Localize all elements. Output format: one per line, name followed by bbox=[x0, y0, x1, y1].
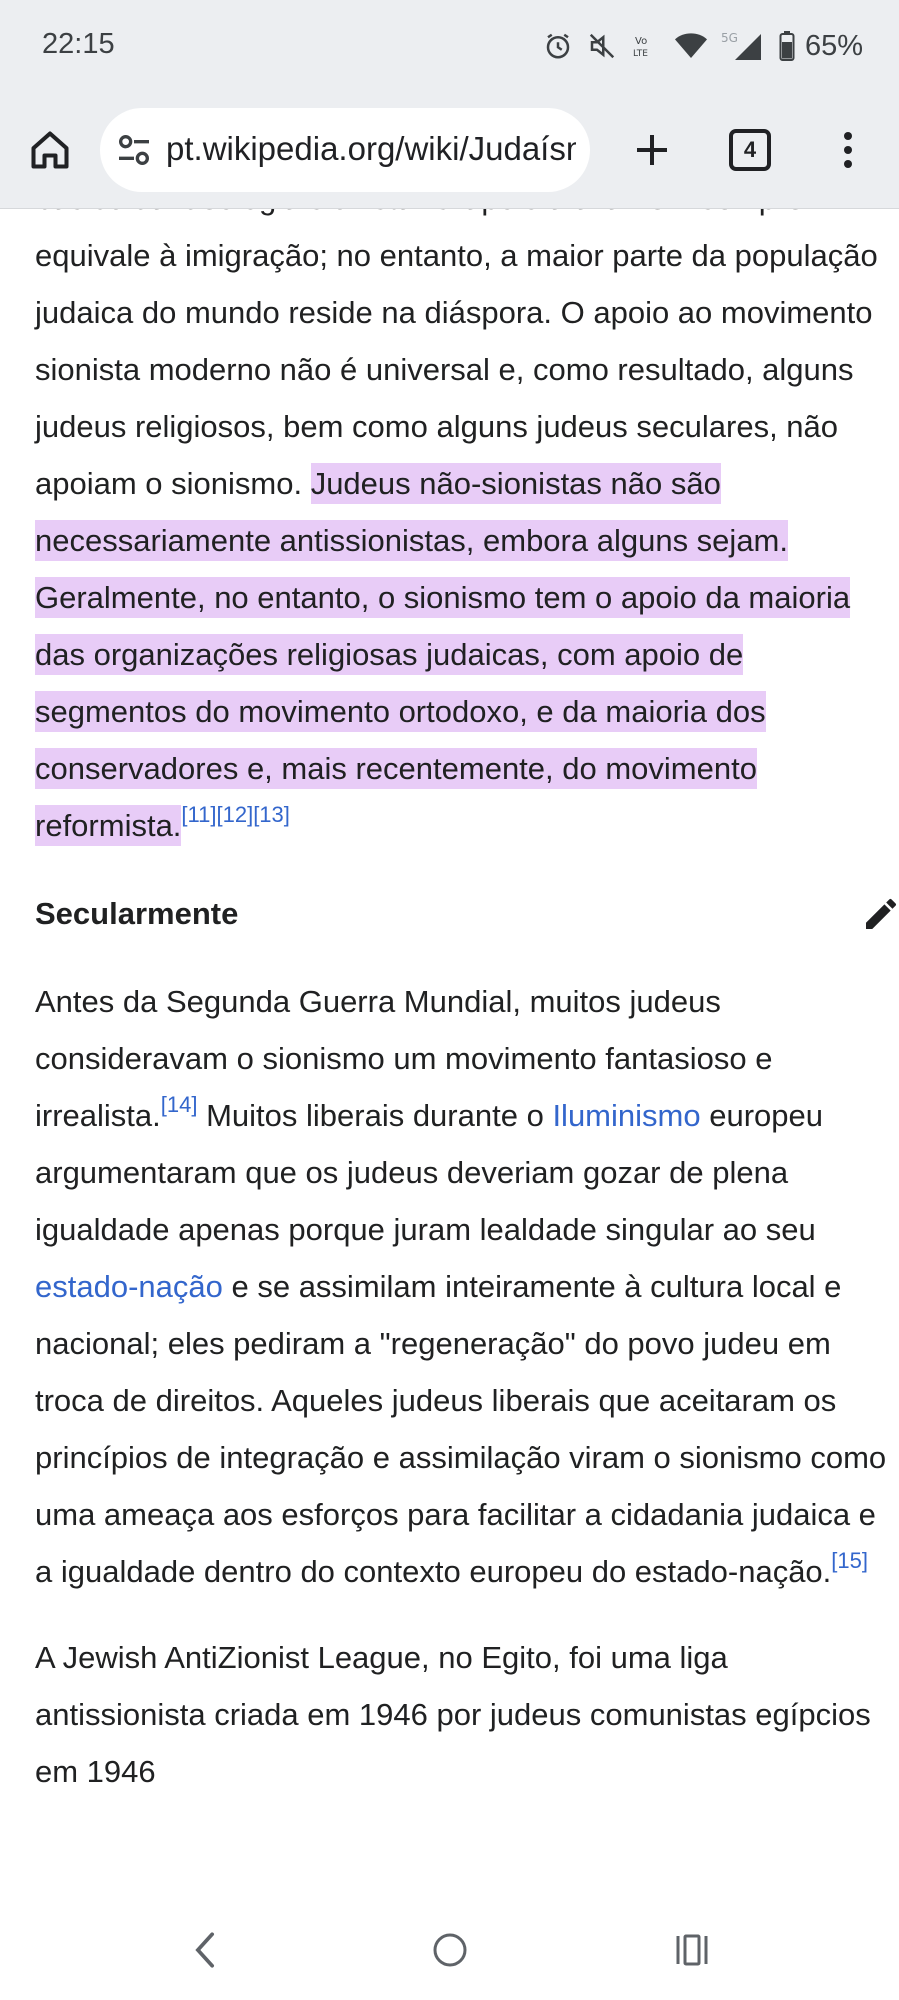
status-icons: Vo LTE 5G 65% bbox=[543, 26, 863, 66]
article-body: básico da ideologia sionista. O apoio à … bbox=[35, 209, 899, 1800]
svg-text:5G: 5G bbox=[721, 31, 738, 45]
status-time: 22:15 bbox=[42, 28, 115, 60]
paragraph: A Jewish AntiZionist League, no Egito, f… bbox=[35, 1629, 899, 1800]
home-circle-icon bbox=[433, 1933, 467, 1967]
battery-icon bbox=[779, 31, 795, 61]
wifi-icon bbox=[674, 32, 707, 60]
paragraph: Antes da Segunda Guerra Mundial, muitos … bbox=[35, 973, 899, 1600]
back-button[interactable] bbox=[175, 1928, 235, 1972]
article-viewport[interactable]: básico da ideologia sionista. O apoio à … bbox=[0, 209, 899, 1899]
paragraph-text: básico da ideologia sionista. O apoio à … bbox=[35, 209, 878, 501]
paragraph-text: Muitos liberais durante o bbox=[197, 1098, 553, 1133]
more-menu-icon bbox=[844, 132, 852, 168]
address-bar[interactable]: pt.wikipedia.org/wiki/Judaísmo bbox=[100, 108, 590, 192]
volte-icon: Vo LTE bbox=[631, 31, 661, 61]
new-tab-button[interactable] bbox=[620, 118, 684, 182]
url-text[interactable]: pt.wikipedia.org/wiki/Judaísmo bbox=[166, 130, 576, 168]
svg-text:LTE: LTE bbox=[633, 49, 648, 59]
5g-signal-icon: 5G bbox=[721, 30, 765, 62]
reference-14[interactable]: [14] bbox=[161, 1092, 198, 1117]
mute-icon bbox=[587, 31, 617, 61]
reference-12[interactable]: [12] bbox=[216, 802, 253, 827]
paragraph: básico da ideologia sionista. O apoio à … bbox=[35, 209, 899, 854]
recents-icon bbox=[676, 1934, 708, 1966]
reference-15[interactable]: [15] bbox=[831, 1548, 868, 1573]
browser-toolbar: pt.wikipedia.org/wiki/Judaísmo 4 bbox=[0, 92, 899, 209]
reference-11[interactable]: [11] bbox=[181, 802, 216, 827]
alarm-icon bbox=[543, 31, 573, 61]
home-button[interactable] bbox=[22, 122, 78, 178]
tab-switcher-button[interactable]: 4 bbox=[720, 120, 780, 180]
svg-text:Vo: Vo bbox=[635, 36, 647, 47]
section-title: Secularmente bbox=[35, 896, 239, 931]
battery-percent: 65% bbox=[804, 29, 863, 62]
home-icon bbox=[31, 131, 69, 169]
highlighted-text: Judeus não-sionistas não são necessariam… bbox=[35, 463, 851, 846]
section-heading: Secularmente bbox=[35, 884, 899, 944]
tab-switcher-icon: 4 bbox=[729, 129, 771, 171]
paragraph-text: e se assimilam inteiramente à cultura lo… bbox=[35, 1269, 887, 1589]
edit-pencil-icon[interactable] bbox=[861, 894, 899, 934]
link-iluminismo[interactable]: Iluminismo bbox=[552, 1098, 700, 1133]
new-tab-icon bbox=[637, 135, 667, 165]
system-nav-bar bbox=[0, 1900, 899, 2000]
back-icon bbox=[195, 1932, 215, 1968]
more-menu-button[interactable] bbox=[820, 118, 876, 182]
status-bar: 22:15 Vo LTE 5G 65% bbox=[0, 0, 899, 92]
paragraph-text: A Jewish AntiZionist League, no Egito, f… bbox=[35, 1640, 871, 1789]
tab-count: 4 bbox=[743, 137, 757, 162]
link-estado-nacao[interactable]: estado-nação bbox=[35, 1269, 223, 1304]
home-nav-button[interactable] bbox=[420, 1928, 480, 1972]
site-settings-icon[interactable] bbox=[114, 130, 154, 170]
reference-13[interactable]: [13] bbox=[253, 802, 290, 827]
recents-button[interactable] bbox=[662, 1928, 722, 1972]
